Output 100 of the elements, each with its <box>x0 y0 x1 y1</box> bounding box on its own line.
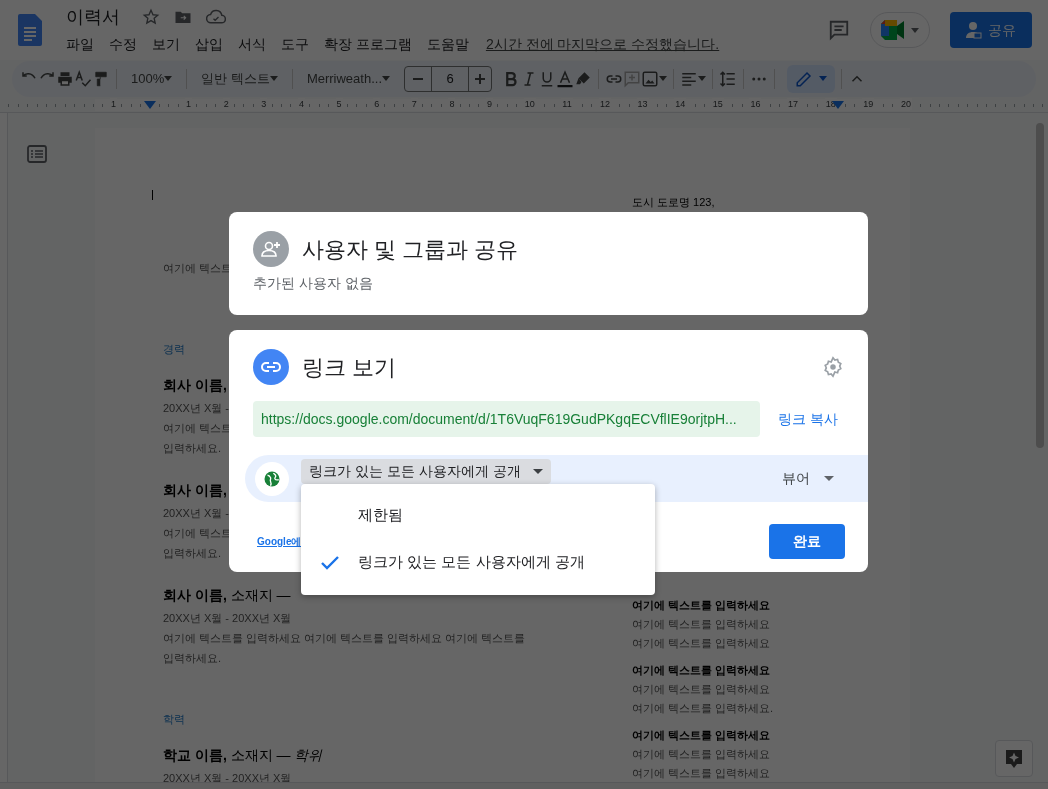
date-range: 20XX년 X월 - 20XX년 X월 <box>163 611 292 626</box>
text-color-icon[interactable] <box>556 69 574 88</box>
body-text: 입력하세요. <box>163 651 222 666</box>
caret-icon <box>911 27 919 33</box>
document-title[interactable]: 이력서 <box>66 3 120 31</box>
feedback-link[interactable]: Google에 <box>257 534 302 549</box>
date-range: 20XX년 X월 - 20XX년 X월 <box>163 771 292 786</box>
section-heading: 학력 <box>163 712 185 727</box>
body-text: 여기에 텍스트를 입력하세요 <box>632 682 772 697</box>
entry-title: 학교 이름, 소재지 — 학위 <box>163 746 323 765</box>
body-text: 여기에 텍스트를 입력하세요. <box>632 701 774 716</box>
empty-people-text: 추가된 사용자 없음 <box>253 274 374 293</box>
ruler-number: 1 <box>110 98 117 110</box>
entry-title: 회사 이름, <box>163 376 227 395</box>
caret-icon <box>532 469 543 474</box>
explore-button[interactable] <box>995 740 1033 777</box>
caret-icon <box>824 476 834 481</box>
cloud-icon[interactable] <box>206 8 226 26</box>
menu-option[interactable]: 제한됨 <box>301 492 655 539</box>
line-spacing-icon[interactable] <box>719 69 737 88</box>
ruler-number: 4 <box>297 98 305 110</box>
ruler-number: 9 <box>486 98 494 110</box>
print-icon[interactable] <box>56 69 74 88</box>
body-text: 여기에 텍스트를 입력하세요 <box>632 636 771 651</box>
add-person-icon <box>253 231 289 267</box>
zoom-dropdown[interactable]: 100% <box>123 64 181 93</box>
star-icon[interactable] <box>142 8 160 26</box>
ruler-number: 8 <box>448 98 456 110</box>
menu-item[interactable]: 보기 <box>152 33 180 55</box>
ruler-number: 1 <box>185 98 192 110</box>
menu-item[interactable]: 삽입 <box>195 33 223 55</box>
comment-icon[interactable] <box>828 19 850 41</box>
ruler-number: 5 <box>335 98 343 110</box>
entry-title: 회사 이름, 소재지 — <box>163 586 291 605</box>
video-camera-icon <box>881 20 907 40</box>
subtitle-text: 여기에 텍스트 <box>163 261 233 276</box>
body-text: 여기에 텍스트를 입력하세요 여기에 텍스트를 입력하세요 여기에 텍스트를 <box>163 631 526 646</box>
ruler-number: 16 <box>749 98 762 110</box>
add-comment-icon[interactable] <box>623 69 641 88</box>
entry-title: 회사 이름, <box>163 481 227 500</box>
menu-option[interactable]: 링크가 있는 모든 사용자에게 공개 <box>301 539 655 586</box>
skill-heading: 여기에 텍스트를 입력하세요 <box>632 728 771 743</box>
skill-heading: 여기에 텍스트를 입력하세요 <box>632 598 771 613</box>
globe-icon <box>263 469 281 488</box>
address-text: 도시 도로명 123, <box>632 195 715 210</box>
ruler-number: 17 <box>787 98 800 110</box>
document-icon[interactable] <box>18 14 42 46</box>
menu-item[interactable]: 서식 <box>238 33 266 55</box>
ruler-number: 7 <box>410 98 418 110</box>
caret-icon <box>698 76 706 81</box>
body-text: 여기에 텍스트를 입력하세요 <box>632 766 771 781</box>
body-text: 여기에 텍스트 <box>163 526 233 541</box>
caret-icon <box>382 76 390 81</box>
link-icon <box>253 349 289 385</box>
body-text: 여기에 텍스트 <box>163 421 233 436</box>
menu-item[interactable]: 수정 <box>109 33 137 55</box>
dialog-title: 링크 보기 <box>302 353 398 382</box>
font-dropdown[interactable]: Merriweath... <box>298 64 398 93</box>
editing-mode-button[interactable] <box>787 64 835 93</box>
body-text: 입력하세요. <box>163 441 222 456</box>
person-lock-icon <box>966 21 982 39</box>
spellcheck-icon[interactable] <box>74 69 92 88</box>
ruler-number: 11 <box>561 98 573 110</box>
text-cursor <box>152 190 153 200</box>
access-dropdown[interactable]: 링크가 있는 모든 사용자에게 공개 <box>301 459 551 484</box>
ruler-number: 6 <box>373 98 381 110</box>
ruler-number: 2 <box>222 98 230 110</box>
style-dropdown[interactable]: 일반 텍스트 <box>193 64 286 93</box>
indent-marker-icon[interactable] <box>144 101 156 109</box>
settings-icon[interactable] <box>822 356 844 378</box>
caret-icon <box>164 76 173 81</box>
menu-item[interactable]: 도구 <box>281 33 309 55</box>
copy-link-button[interactable]: 링크 복사 <box>778 408 838 430</box>
pencil-icon <box>795 69 813 88</box>
caret-icon <box>269 76 278 81</box>
menu-item[interactable]: 확장 프로그램 <box>324 33 412 55</box>
section-heading: 경력 <box>163 342 185 357</box>
ruler-number: 14 <box>674 98 687 110</box>
check-icon <box>320 555 339 570</box>
image-icon[interactable] <box>641 69 659 88</box>
role-dropdown[interactable]: 뷰어 <box>782 468 834 489</box>
body-text: 입력하세요. <box>163 546 222 561</box>
ruler-number: 19 <box>862 98 875 110</box>
last-edit-link[interactable]: 2시간 전에 마지막으로 수정했습니다. <box>485 33 720 55</box>
body-text: 여기에 텍스트를 입력하세요 <box>632 617 771 632</box>
date-range: 20XX년 X월 - <box>163 506 230 521</box>
share-button[interactable]: 공유 <box>950 12 1032 48</box>
done-button[interactable]: 완료 <box>769 524 845 559</box>
date-range: 20XX년 X월 - <box>163 401 230 416</box>
caret-icon <box>659 76 667 81</box>
menu-item[interactable]: 파일 <box>66 33 94 55</box>
sparkle-icon <box>1005 748 1023 769</box>
skill-heading: 여기에 텍스트를 입력하세요 <box>632 663 772 678</box>
menu-item[interactable]: 도움말 <box>426 33 469 55</box>
ruler-number: 3 <box>260 98 268 110</box>
paint-format-icon[interactable] <box>92 69 110 88</box>
body-text: 여기에 텍스트를 입력하세요 <box>632 747 771 762</box>
dialog-title: 사용자 및 그룹과 공유 <box>302 235 519 264</box>
link-url-field[interactable]: https://docs.google.com/document/d/1T6VuqF619GudPKgqECVflIE9orjtpH... <box>253 401 760 437</box>
outline-icon[interactable] <box>27 145 47 163</box>
